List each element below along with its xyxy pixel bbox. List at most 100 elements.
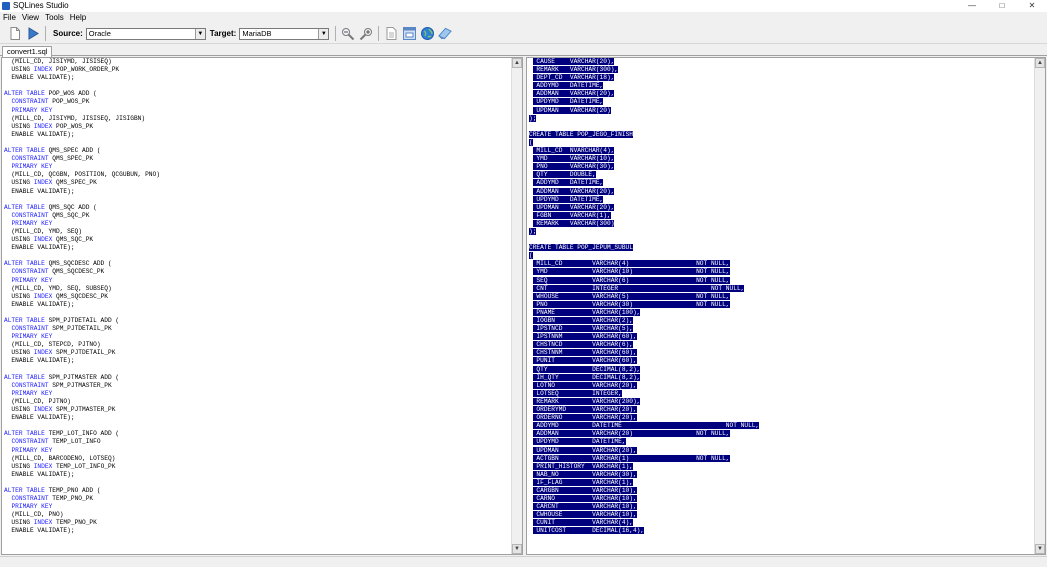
menu-help[interactable]: Help — [67, 12, 89, 23]
selected-text: FGBN VARCHAR(1), — [532, 211, 611, 219]
close-button[interactable]: ✕ — [1017, 0, 1047, 12]
selected-text: NAB_NO VARCHAR(30), — [532, 470, 637, 478]
chevron-down-icon[interactable]: ▼ — [318, 28, 329, 39]
document-icon[interactable] — [384, 27, 398, 41]
code-line: (MILL_CD, YMD, SEQ, SUBSEQ) — [4, 285, 509, 293]
zoom-in-icon[interactable] — [359, 27, 373, 41]
source-vertical-scrollbar[interactable]: ▲ ▼ — [511, 58, 522, 554]
code-line: PRIMARY KEY — [4, 333, 509, 341]
selected-text: PUNIT VARCHAR(60), — [532, 357, 637, 365]
sql-keyword: CONSTRAINT — [11, 211, 49, 219]
code-text: (MILL_CD, JISIYMD, JISISEQ, JISIGBN) — [4, 114, 146, 122]
selected-text: CREATE TABLE POP_JEGO_FINISH — [529, 130, 633, 138]
feedback-icon[interactable] — [438, 27, 453, 41]
selected-text: ORDERYMD VARCHAR(20), — [532, 406, 637, 414]
toolbar-separator — [378, 26, 380, 41]
code-line: YMD VARCHAR(10), — [529, 155, 1034, 163]
code-line: PRIMARY KEY — [4, 390, 509, 398]
selected-text: REMARK VARCHAR(300), — [532, 66, 619, 74]
code-line: IF_FLAG VARCHAR(1), — [529, 478, 1034, 487]
code-text: USING — [4, 519, 34, 527]
code-text: ENABLE VALIDATE); — [4, 357, 75, 365]
code-line: ENABLE VALIDATE); — [4, 244, 509, 252]
selected-text: CAUSE VARCHAR(20), — [532, 58, 615, 65]
menu-view[interactable]: View — [19, 12, 42, 23]
selected-text: CHSTNCD VARCHAR(6), — [532, 341, 633, 349]
menu-file[interactable]: File — [0, 12, 19, 23]
code-line: LOTSEQ INTEGER, — [529, 389, 1034, 398]
menu-tools[interactable]: Tools — [42, 12, 67, 23]
sql-keyword: ALTER TABLE — [4, 373, 45, 381]
code-line: REMARK VARCHAR(300) — [529, 219, 1034, 228]
selected-text: PRINT_HISTORY VARCHAR(1), — [532, 462, 633, 470]
code-text: USING — [4, 462, 34, 470]
scroll-down-icon[interactable]: ▼ — [512, 544, 522, 554]
code-line: CONSTRAINT SPM_PJTDETAIL_PK — [4, 325, 509, 333]
target-editor-pane[interactable]: CAUSE VARCHAR(20), REMARK VARCHAR(300), … — [526, 57, 1046, 555]
toolbar-separator — [335, 26, 337, 41]
maximize-button[interactable]: □ — [987, 0, 1017, 12]
code-text: QMS_SPEC ADD ( — [44, 147, 101, 155]
selected-text: QTY DECIMAL(8,2), — [532, 365, 641, 373]
code-line: CHSTNCD VARCHAR(6), — [529, 341, 1034, 349]
sql-keyword: CONSTRAINT — [11, 268, 49, 276]
code-text: USING — [4, 66, 34, 74]
code-line: CONSTRAINT TEMP_LOT_INFO — [4, 438, 509, 446]
source-code-editor[interactable]: (MILL_CD, JISIYMD, JISISEQ) USING INDEX … — [4, 58, 509, 554]
sql-keyword: CONSTRAINT — [11, 155, 49, 163]
selected-text: ACTGBN VARCHAR(1) NOT NULL, — [532, 454, 730, 462]
code-line: REMARK VARCHAR(200), — [529, 397, 1034, 406]
code-line: ADDYMD DATETIME, — [529, 179, 1034, 187]
code-line: UPDYMD DATETIME, — [529, 98, 1034, 106]
code-line: ORDERYMD VARCHAR(20), — [529, 406, 1034, 414]
code-text: QMS_SQC_PK — [48, 211, 90, 219]
code-line: PRIMARY KEY — [4, 163, 509, 171]
code-line: CONSTRAINT POP_WOS_PK — [4, 98, 509, 106]
zoom-out-icon[interactable] — [341, 27, 355, 41]
source-select[interactable]: Oracle ▼ — [85, 27, 206, 40]
globe-icon[interactable] — [420, 27, 434, 41]
selected-text: YMD VARCHAR(10), — [532, 155, 615, 163]
target-code-editor[interactable]: CAUSE VARCHAR(20), REMARK VARCHAR(300), … — [529, 58, 1034, 554]
code-line: CAUSE VARCHAR(20), — [529, 58, 1034, 66]
scroll-up-icon[interactable]: ▲ — [512, 58, 522, 68]
toolbar-separator — [45, 26, 46, 41]
code-text: (MILL_CD, YMD, SEQ) — [4, 227, 82, 235]
target-select[interactable]: MariaDB ▼ — [239, 27, 330, 40]
selected-text: QTY DOUBLE, — [532, 171, 596, 179]
code-line: USING INDEX QMS_SQC_PK — [4, 236, 509, 244]
minimize-button[interactable]: — — [957, 0, 987, 12]
code-line: ENABLE VALIDATE); — [4, 414, 509, 422]
code-line: ALTER TABLE QMS_SPEC ADD ( — [4, 147, 509, 155]
sql-keyword: ALTER TABLE — [4, 203, 45, 211]
code-line: USING INDEX POP_WORK_ORDER_PK — [4, 66, 509, 74]
code-line: CONSTRAINT QMS_SPEC_PK — [4, 155, 509, 163]
code-line: QTY DOUBLE, — [529, 171, 1034, 179]
chevron-down-icon[interactable]: ▼ — [194, 28, 205, 39]
scroll-up-icon[interactable]: ▲ — [1035, 58, 1045, 68]
code-line: IPSTNNM VARCHAR(60), — [529, 333, 1034, 341]
window-icon[interactable] — [402, 27, 416, 41]
source-editor-pane[interactable]: (MILL_CD, JISIYMD, JISISEQ) USING INDEX … — [1, 57, 523, 555]
code-line: PNAME VARCHAR(100), — [529, 308, 1034, 317]
code-line: CNT INTEGER NOT NULL, — [529, 284, 1034, 293]
selected-text: UNITCOST DECIMAL(16,4), — [532, 527, 645, 535]
new-file-icon[interactable] — [8, 27, 22, 41]
run-convert-icon[interactable] — [26, 27, 40, 41]
selected-text: UPDYMD DATETIME, — [532, 438, 626, 446]
code-text: ENABLE VALIDATE); — [4, 130, 75, 138]
sql-keyword: INDEX — [33, 292, 53, 300]
code-text: (MILL_CD, PJTNO) — [4, 397, 71, 405]
target-vertical-scrollbar[interactable]: ▲ ▼ — [1034, 58, 1045, 554]
selected-text: ORDERNO VARCHAR(20), — [532, 414, 637, 422]
code-line: FGBN VARCHAR(1), — [529, 211, 1034, 220]
tab-convert1-sql[interactable]: convert1.sql — [2, 46, 53, 57]
scroll-down-icon[interactable]: ▼ — [1035, 544, 1045, 554]
selected-text: UPDMAN VARCHAR(20) — [532, 106, 611, 114]
code-line: ALTER TABLE TEMP_LOT_INFO ADD ( — [4, 430, 509, 438]
code-line: CREATE TABLE POP_JEGO_FINISH — [529, 130, 1034, 139]
selected-text: UPDMAN VARCHAR(20), — [532, 446, 637, 454]
